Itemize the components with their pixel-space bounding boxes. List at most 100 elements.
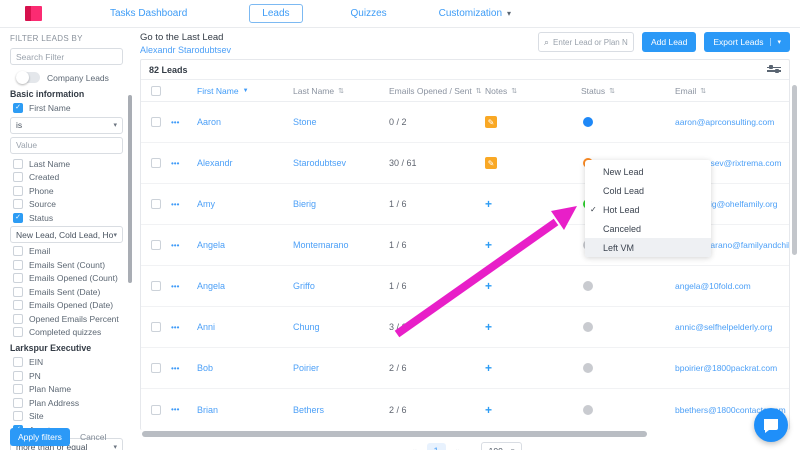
status-dot[interactable] <box>583 363 593 373</box>
tab-customization[interactable]: Customization ▾ <box>439 8 511 19</box>
checkbox-icon[interactable] <box>13 172 23 182</box>
status-option-hot-lead[interactable]: ✓ Hot Lead <box>585 200 711 219</box>
prev-page-button[interactable]: « <box>408 444 421 450</box>
row-checkbox[interactable] <box>151 405 161 415</box>
filter-ein[interactable]: EIN <box>13 357 125 367</box>
status-dot[interactable] <box>583 405 593 415</box>
row-checkbox[interactable] <box>151 117 161 127</box>
app-logo[interactable] <box>25 6 42 21</box>
search-filter-input[interactable] <box>10 48 123 65</box>
checkbox-icon[interactable] <box>13 314 23 324</box>
filter-plan-name[interactable]: Plan Name <box>13 384 125 394</box>
lead-last-name[interactable]: Starodubtsev <box>293 158 389 168</box>
filter-emails-opened-date[interactable]: Emails Opened (Date) <box>13 300 125 310</box>
row-checkbox[interactable] <box>151 281 161 291</box>
row-menu-icon[interactable]: ••• <box>171 200 197 209</box>
column-status[interactable]: Status ⇅ <box>581 86 675 96</box>
lead-last-name[interactable]: Montemarano <box>293 240 389 250</box>
note-add-icon[interactable]: + <box>485 238 581 252</box>
row-menu-icon[interactable]: ••• <box>171 118 197 127</box>
note-add-icon[interactable]: + <box>485 403 581 417</box>
tab-leads[interactable]: Leads <box>249 4 302 23</box>
column-first-name[interactable]: First Name ▼ <box>197 86 293 96</box>
lead-first-name[interactable]: Amy <box>197 199 293 209</box>
note-add-icon[interactable]: + <box>485 320 581 334</box>
page-size-select[interactable]: 100 ▾ <box>481 442 523 450</box>
column-last-name[interactable]: Last Name ⇅ <box>293 86 389 96</box>
lead-first-name[interactable]: Aaron <box>197 117 293 127</box>
lead-first-name[interactable]: Bob <box>197 363 293 373</box>
lead-email[interactable]: angela@10fold.com <box>675 281 789 291</box>
checkbox-icon[interactable] <box>13 411 23 421</box>
lead-last-name[interactable]: Poirier <box>293 363 389 373</box>
column-email[interactable]: Email ⇅ <box>675 86 789 96</box>
note-add-icon[interactable]: + <box>485 279 581 293</box>
column-notes[interactable]: Notes ⇅ <box>485 86 581 96</box>
lead-last-name[interactable]: Griffo <box>293 281 389 291</box>
lead-last-name[interactable]: Bierig <box>293 199 389 209</box>
filter-emails-opened-count[interactable]: Emails Opened (Count) <box>13 273 125 283</box>
status-dot[interactable] <box>583 117 593 127</box>
lead-first-name[interactable]: Brian <box>197 405 293 415</box>
lead-search-box[interactable]: ⌕ <box>538 32 634 52</box>
row-checkbox[interactable] <box>151 199 161 209</box>
first-name-value-input[interactable] <box>10 137 123 154</box>
lead-first-name[interactable]: Angela <box>197 240 293 250</box>
filter-created[interactable]: Created <box>13 172 125 182</box>
status-dot[interactable] <box>583 322 593 332</box>
lead-email[interactable]: bpoirier@1800packrat.com <box>675 363 789 373</box>
lead-first-name[interactable]: Alexandr <box>197 158 293 168</box>
filter-opened-emails-percent[interactable]: Opened Emails Percent <box>13 314 125 324</box>
note-edit-icon[interactable]: ✎ <box>485 157 497 169</box>
status-option-left-vm[interactable]: Left VM <box>585 238 711 257</box>
checkbox-icon[interactable] <box>13 186 23 196</box>
checkbox-icon[interactable] <box>13 159 23 169</box>
row-menu-icon[interactable]: ••• <box>171 364 197 373</box>
last-lead-link[interactable]: Alexandr Starodubtsev <box>140 45 231 55</box>
filter-emails-sent-count[interactable]: Emails Sent (Count) <box>13 260 125 270</box>
page-number-button[interactable]: 1 <box>427 443 446 450</box>
lead-email[interactable]: annic@selfhelpelderly.org <box>675 322 789 332</box>
lead-last-name[interactable]: Chung <box>293 322 389 332</box>
add-lead-button[interactable]: Add Lead <box>642 32 696 52</box>
filter-last-name[interactable]: Last Name <box>13 159 125 169</box>
row-checkbox[interactable] <box>151 158 161 168</box>
filter-first-name[interactable]: First Name <box>13 103 125 113</box>
company-leads-toggle[interactable] <box>16 72 40 83</box>
lead-first-name[interactable]: Anni <box>197 322 293 332</box>
status-option-new-lead[interactable]: New Lead <box>585 162 711 181</box>
first-name-operator-select[interactable]: is ▾ <box>10 117 123 134</box>
row-checkbox[interactable] <box>151 240 161 250</box>
checkbox-icon[interactable] <box>13 384 23 394</box>
apply-filters-button[interactable]: Apply filters <box>10 428 70 446</box>
status-option-cold-lead[interactable]: Cold Lead <box>585 181 711 200</box>
filter-pn[interactable]: PN <box>13 371 125 381</box>
filter-status[interactable]: Status <box>13 213 125 223</box>
tab-tasks-dashboard[interactable]: Tasks Dashboard <box>110 8 187 19</box>
table-horizontal-scrollbar[interactable] <box>140 431 790 437</box>
checkbox-icon[interactable] <box>13 103 23 113</box>
chat-widget-button[interactable] <box>754 408 788 442</box>
lead-search-input[interactable] <box>553 38 628 47</box>
checkbox-icon[interactable] <box>13 213 23 223</box>
filter-phone[interactable]: Phone <box>13 186 125 196</box>
row-menu-icon[interactable]: ••• <box>171 159 197 168</box>
row-checkbox[interactable] <box>151 363 161 373</box>
row-menu-icon[interactable]: ••• <box>171 405 197 414</box>
checkbox-icon[interactable] <box>13 273 23 283</box>
status-dot[interactable] <box>583 281 593 291</box>
checkbox-icon[interactable] <box>13 199 23 209</box>
checkbox-icon[interactable] <box>13 327 23 337</box>
checkbox-icon[interactable] <box>13 300 23 310</box>
checkbox-icon[interactable] <box>13 371 23 381</box>
note-add-icon[interactable]: + <box>485 361 581 375</box>
checkbox-icon[interactable] <box>13 287 23 297</box>
lead-email[interactable]: aaron@aprconsulting.com <box>675 117 789 127</box>
filter-emails-sent-date[interactable]: Emails Sent (Date) <box>13 287 125 297</box>
filter-completed-quizzes[interactable]: Completed quizzes <box>13 327 125 337</box>
select-all-checkbox[interactable] <box>151 86 161 96</box>
lead-last-name[interactable]: Stone <box>293 117 389 127</box>
column-emails-opened-sent[interactable]: Emails Opened / Sent ⇅ <box>389 86 485 96</box>
filter-plan-address[interactable]: Plan Address <box>13 398 125 408</box>
filter-source[interactable]: Source <box>13 199 125 209</box>
